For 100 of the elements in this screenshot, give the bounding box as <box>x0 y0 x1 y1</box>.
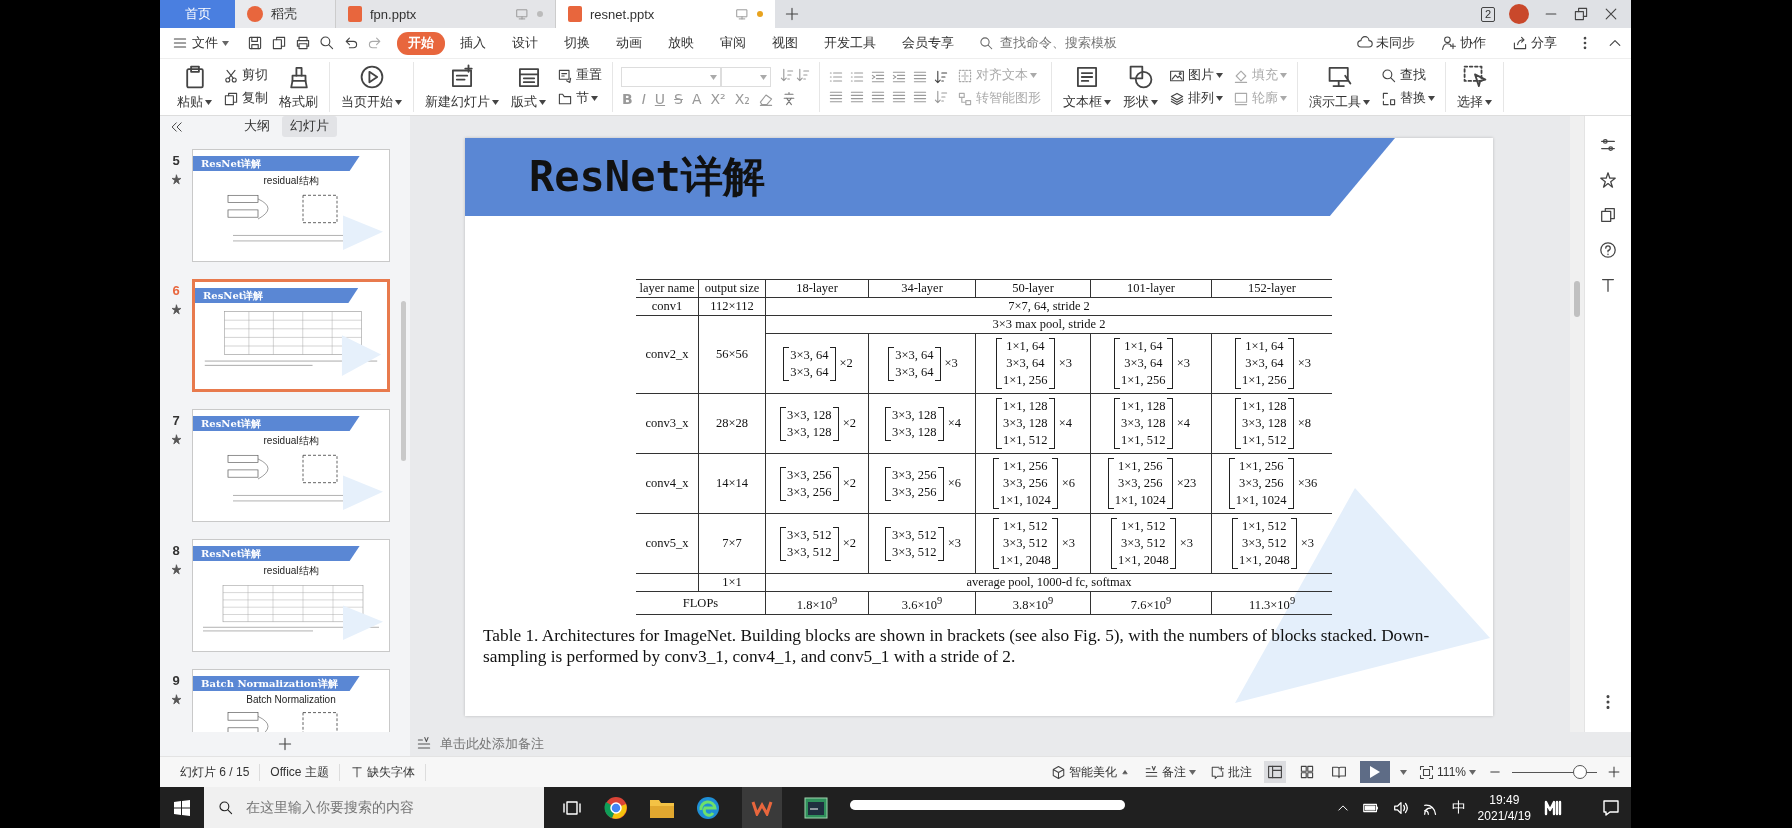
command-search-field[interactable]: 查找命令、搜索模板 <box>998 35 1142 51</box>
input-method-indicator[interactable]: 中 <box>1451 798 1466 817</box>
app-tab[interactable]: 稻壳 <box>235 0 335 28</box>
table-cell: 3.6×10$^{9}$ <box>868 591 976 615</box>
ribbon-button[interactable]: 节 <box>555 89 604 108</box>
menu-tab[interactable]: 视图 <box>761 31 809 55</box>
text-icon[interactable] <box>1599 276 1617 294</box>
menu-tab[interactable]: 开发工具 <box>813 31 887 55</box>
ribbon-button[interactable]: 粘贴 <box>174 61 215 113</box>
column-header: 152-layer <box>1211 279 1332 298</box>
panel-tab[interactable]: 大纲 <box>236 116 278 137</box>
zoom-in-icon[interactable] <box>1607 765 1621 779</box>
layer-block: 3×3, 256 3×3, 256 <box>778 466 841 501</box>
thumbnail-subtitle: residual结构 <box>262 434 320 448</box>
notes-button[interactable]: 备注 <box>1142 761 1199 783</box>
wps-icon <box>751 799 773 816</box>
file-menu[interactable]: 文件 <box>168 34 233 52</box>
folder-icon[interactable] <box>650 797 674 818</box>
menu-tab[interactable]: 切换 <box>553 31 601 55</box>
avatar[interactable] <box>1509 4 1529 24</box>
restore-icon[interactable] <box>1573 6 1589 22</box>
slide-thumbnail[interactable]: ResNet详解 residual结构 <box>192 539 390 652</box>
ribbon-button[interactable]: 新建幻灯片 <box>422 61 502 113</box>
star-icon[interactable] <box>1599 171 1617 189</box>
beautify-button[interactable]: 智能美化 <box>1049 761 1133 783</box>
notes-field[interactable]: 单击此处添加备注 <box>438 736 642 752</box>
thumbnail-title: ResNet详解 <box>201 546 262 561</box>
taskbar-search-box[interactable]: 在这里输入你要搜索的内容 <box>204 787 544 828</box>
add-slide-icon[interactable] <box>277 736 293 752</box>
ribbon-button[interactable]: 形状 <box>1120 61 1161 113</box>
ribbon-button[interactable]: 排列 <box>1167 89 1225 108</box>
view-button[interactable] <box>1264 761 1287 783</box>
save-icon[interactable] <box>247 35 263 51</box>
ribbon-button[interactable]: 版式 <box>508 61 549 113</box>
menu-tab[interactable]: 动画 <box>605 31 653 55</box>
layer-block: 3×3, 128 3×3, 128 <box>778 406 841 441</box>
font-name-field[interactable] <box>621 67 721 87</box>
table-cell: conv2_x <box>636 315 699 394</box>
ribbon-button[interactable]: 复制 <box>221 89 270 108</box>
toolbar-action[interactable]: 未同步 <box>1351 33 1421 53</box>
slide-thumbnail[interactable]: Batch Normalization详解 Batch Normalization <box>192 669 390 732</box>
toolbar-action[interactable]: 分享 <box>1506 33 1563 53</box>
browser-icon[interactable] <box>604 795 628 820</box>
ribbon-button[interactable]: 文本框 <box>1060 61 1114 113</box>
ribbon-button[interactable]: 重置 <box>555 66 604 85</box>
taskbar-search-field[interactable]: 在这里输入你要搜索的内容 <box>244 799 528 816</box>
menu-tab[interactable]: 放映 <box>657 31 705 55</box>
close-icon[interactable] <box>1603 6 1619 22</box>
notification-icon[interactable] <box>1601 797 1621 818</box>
ribbon-button[interactable]: 选择 <box>1454 61 1495 113</box>
comments-button[interactable]: 批注 <box>1208 761 1255 783</box>
layer-block: 1×1, 64 3×3, 64 1×1, 256 <box>1233 338 1296 389</box>
ribbon-button[interactable]: 当页开始 <box>338 61 405 113</box>
zoom-slider[interactable] <box>1512 765 1597 779</box>
thumbnail-title: ResNet详解 <box>201 156 262 171</box>
ribbon-button[interactable]: 替换 <box>1379 89 1437 108</box>
star-icon <box>170 304 182 315</box>
ribbon-button[interactable]: 查找 <box>1379 66 1437 85</box>
repeat-count: ×2 <box>842 476 856 491</box>
grid-view-icon <box>1299 764 1316 780</box>
export-icon[interactable] <box>271 35 287 51</box>
scrollbar[interactable] <box>401 301 406 461</box>
menu-tab[interactable]: 审阅 <box>709 31 757 55</box>
window-count-badge[interactable]: 2 <box>1480 6 1495 22</box>
edge-icon[interactable] <box>696 795 720 820</box>
slide-thumbnail[interactable]: ResNet详解 residual结构 <box>192 149 390 262</box>
print-preview-icon[interactable] <box>319 35 335 51</box>
home-tab[interactable]: 首页 <box>160 0 235 28</box>
ribbon-button[interactable]: 格式刷 <box>276 61 321 113</box>
menu-tab[interactable]: 插入 <box>449 31 497 55</box>
settings-icon[interactable] <box>1599 136 1617 154</box>
document-tab[interactable]: fpn.pptx <box>335 0 555 28</box>
ribbon-button[interactable]: 演示工具 <box>1306 61 1373 113</box>
slide-thumbnail[interactable]: ResNet详解 <box>192 279 390 392</box>
menu-tab[interactable]: 会员专享 <box>891 31 965 55</box>
slideshow-button[interactable] <box>1360 761 1391 783</box>
copy-icon[interactable] <box>1599 206 1617 224</box>
collapse-panel-icon[interactable] <box>170 119 184 134</box>
windows-logo-icon[interactable] <box>174 799 190 816</box>
window-app-icon[interactable] <box>804 796 828 819</box>
toolbar-action[interactable]: 协作 <box>1435 33 1492 53</box>
thumbnail-subtitle: residual结构 <box>262 174 320 188</box>
comment-icon <box>1210 764 1226 780</box>
repeat-count: ×3 <box>947 536 961 551</box>
menu-tab[interactable]: 设计 <box>501 31 549 55</box>
slide-thumbnail[interactable]: ResNet详解 residual结构 <box>192 409 390 522</box>
scrollbar[interactable] <box>1574 281 1580 317</box>
ribbon-button[interactable]: 图片 <box>1167 66 1225 85</box>
zoom-menu[interactable]: 111% <box>1417 762 1478 782</box>
document-tab[interactable]: resnet.pptx <box>555 0 775 28</box>
font-size-field[interactable] <box>721 67 771 87</box>
status-text[interactable]: 缺失字体 <box>366 763 415 781</box>
taskbar-app[interactable] <box>742 787 782 828</box>
undo-icon[interactable] <box>343 35 359 51</box>
caret-icon <box>1104 99 1111 105</box>
help-icon[interactable] <box>1599 241 1617 259</box>
print-icon[interactable] <box>295 35 311 51</box>
panel-tab[interactable]: 幻灯片 <box>282 116 337 137</box>
ribbon-button[interactable]: 剪切 <box>221 66 270 85</box>
caret-icon <box>1189 769 1197 775</box>
